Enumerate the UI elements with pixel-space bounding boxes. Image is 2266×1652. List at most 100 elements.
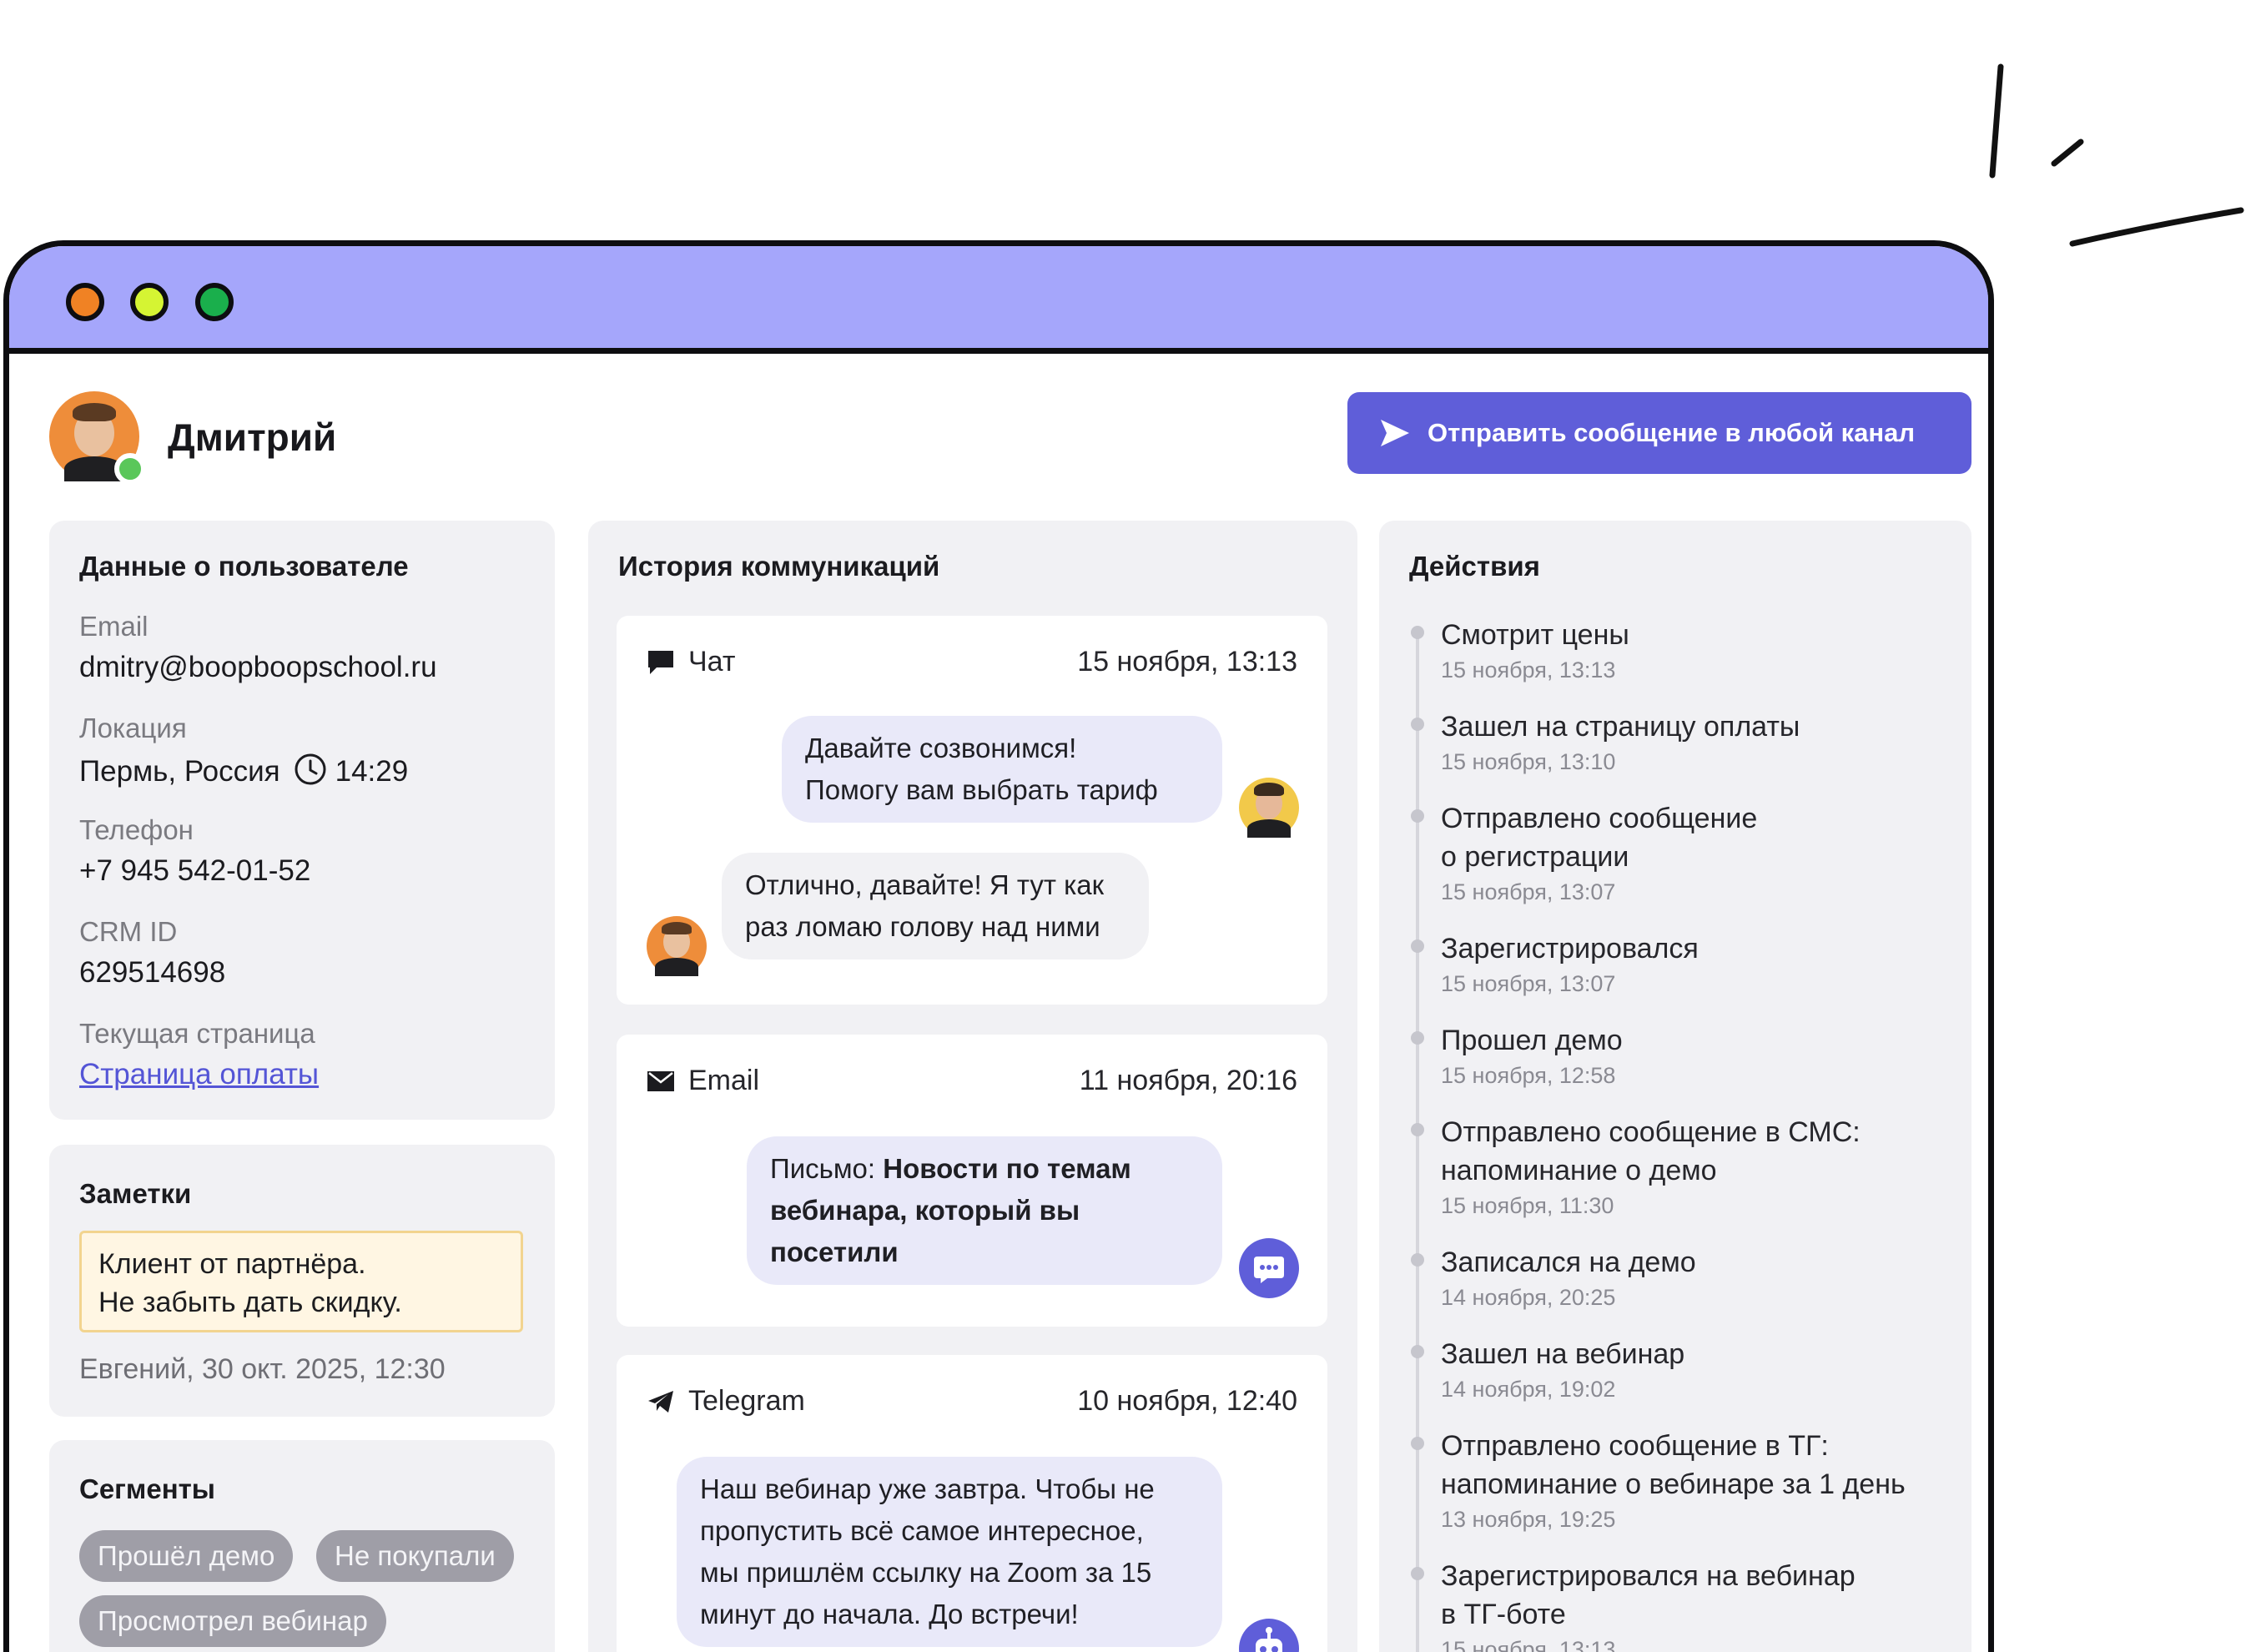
telegram-icon <box>648 1390 673 1413</box>
user-profile-page: Дмитрий Отправить сообщение в любой кана… <box>9 354 1988 1652</box>
telegram-date: 10 ноября, 12:40 <box>1077 1385 1297 1417</box>
window-maximize-dot[interactable] <box>195 283 234 321</box>
email-bot-avatar <box>1239 1238 1299 1298</box>
chat-icon <box>648 650 673 674</box>
timeline-node <box>1411 809 1424 823</box>
window-titlebar <box>9 246 1988 354</box>
timeline-node <box>1411 1253 1424 1267</box>
email-bubble: Письмо: Новости по темам вебинара, котор… <box>747 1136 1222 1285</box>
event-date: 15 ноября, 11:30 <box>1441 1193 1614 1218</box>
email-channel-label: Email <box>688 1065 760 1096</box>
email-label: Email <box>79 611 149 642</box>
segment-tag[interactable]: Не покупали <box>316 1530 514 1582</box>
segments-card: Сегменты Прошёл демо Не покупали Просмот… <box>49 1440 555 1652</box>
telegram-line-1: Наш вебинар уже завтра. Чтобы не <box>700 1473 1155 1504</box>
history-title: История коммуникаций <box>618 551 940 582</box>
event-title: Отправлено сообщение в СМС: <box>1441 1116 1861 1148</box>
event-title-2: о регистрации <box>1441 841 1629 873</box>
event-title: Прошел демо <box>1441 1025 1623 1056</box>
email-channel: Email <box>647 1065 759 1097</box>
outgoing-line-2: Помогу вам выбрать тариф <box>805 774 1158 805</box>
timeline-node <box>1411 718 1424 731</box>
event-title: Отправлено сообщение <box>1441 803 1758 834</box>
email-prefix: Письмо: <box>770 1153 884 1184</box>
user-small-avatar <box>647 916 707 976</box>
incoming-line-1: Отлично, давайте! Я тут как <box>745 869 1105 900</box>
crm-id-value: 629514698 <box>79 956 226 989</box>
notes-card: Заметки Клиент от партнёра. Не забыть да… <box>49 1145 555 1417</box>
timeline-node <box>1411 626 1424 639</box>
email-message-card[interactable]: Email 11 ноября, 20:16 Письмо: Новости п… <box>617 1035 1327 1327</box>
location-text: Пермь, Россия <box>79 755 280 788</box>
manager-avatar <box>1239 778 1299 838</box>
local-time: 14:29 <box>335 755 409 788</box>
event-date: 13 ноября, 19:25 <box>1441 1507 1616 1532</box>
event-date: 14 ноября, 20:25 <box>1441 1285 1616 1310</box>
note-author-date: Евгений, 30 окт. 2025, 12:30 <box>79 1353 446 1385</box>
event-title-2: в ТГ-боте <box>1441 1599 1566 1630</box>
phone-value: +7 945 542-01-52 <box>79 854 311 887</box>
timeline-line <box>1416 629 1419 1652</box>
user-name: Дмитрий <box>168 416 337 459</box>
event-title: Зарегистрировался <box>1441 933 1699 965</box>
crm-id-label: CRM ID <box>79 916 178 947</box>
user-data-title: Данные о пользователе <box>79 551 409 582</box>
location-label: Локация <box>79 713 187 743</box>
email-subject-3: посетили <box>770 1236 899 1267</box>
note-text[interactable]: Клиент от партнёра. Не забыть дать скидк… <box>79 1231 523 1332</box>
telegram-channel: Telegram <box>647 1385 805 1418</box>
telegram-bubble: Наш вебинар уже завтра. Чтобы не пропуст… <box>677 1457 1222 1647</box>
clock-icon <box>295 753 326 785</box>
telegram-message-card[interactable]: Telegram 10 ноября, 12:40 Наш вебинар уж… <box>617 1355 1327 1652</box>
notes-title: Заметки <box>79 1178 192 1209</box>
event-title: Записался на демо <box>1441 1247 1696 1278</box>
email-value: dmitry@boopboopschool.ru <box>79 651 437 683</box>
email-subject-2: вебинара, который вы <box>770 1195 1080 1226</box>
event-date: 14 ноября, 19:02 <box>1441 1377 1616 1402</box>
event-title: Зашел на вебинар <box>1441 1338 1685 1370</box>
telegram-line-3: мы пришлём ссылку на Zoom за 15 <box>700 1557 1152 1588</box>
outgoing-line-1: Давайте созвонимся! <box>805 733 1077 763</box>
event-date: 15 ноября, 12:58 <box>1441 1063 1616 1088</box>
robot-icon <box>1256 1627 1282 1652</box>
event-title: Смотрит цены <box>1441 619 1629 651</box>
email-subject-1: Новости по темам <box>883 1153 1131 1184</box>
event-title: Отправлено сообщение в ТГ: <box>1441 1430 1829 1462</box>
communication-history-card: История коммуникаций Чат 15 ноября, 13:1… <box>588 521 1357 1652</box>
event-date: 15 ноября, 13:10 <box>1441 749 1616 774</box>
telegram-line-4: минут до начала. До встречи! <box>700 1599 1079 1629</box>
user-data-card: Данные о пользователе Email dmitry@boopb… <box>49 521 555 1120</box>
window-minimize-dot[interactable] <box>130 283 169 321</box>
window-close-dot[interactable] <box>66 283 104 321</box>
mail-icon <box>647 1070 674 1091</box>
send-message-button[interactable]: Отправить сообщение в любой канал <box>1347 392 1971 474</box>
event-title: Зашел на страницу оплаты <box>1441 711 1800 743</box>
timeline-node <box>1411 1031 1424 1045</box>
phone-label: Телефон <box>79 814 194 845</box>
user-avatar <box>49 391 146 485</box>
timeline-node <box>1411 1437 1424 1450</box>
note-line-1: Клиент от партнёра. <box>98 1248 366 1280</box>
segment-tag[interactable]: Прошёл демо <box>79 1530 294 1582</box>
current-page-link[interactable]: Страница оплаты <box>79 1058 319 1091</box>
event-title-2: напоминание о вебинаре за 1 день <box>1441 1468 1906 1500</box>
segments-title: Сегменты <box>79 1473 215 1504</box>
note-line-2: Не забыть дать скидку. <box>98 1287 402 1318</box>
location-value: Пермь, Россия 14:29 <box>79 753 408 788</box>
outgoing-chat-bubble: Давайте созвонимся! Помогу вам выбрать т… <box>782 716 1222 823</box>
online-status-indicator <box>114 453 146 485</box>
actions-title: Действия <box>1409 551 1540 582</box>
chat-bubble-icon <box>1254 1257 1284 1283</box>
timeline-node <box>1411 939 1424 953</box>
event-date: 15 ноября, 13:13 <box>1441 657 1616 682</box>
incoming-line-2: раз ломаю голову над ними <box>745 911 1100 942</box>
timeline-node <box>1411 1123 1424 1136</box>
current-page-label: Текущая страница <box>79 1018 315 1049</box>
telegram-line-2: пропустить всё самое интересное, <box>700 1515 1144 1546</box>
event-title: Зарегистрировался на вебинар <box>1441 1560 1856 1592</box>
chat-message-card[interactable]: Чат 15 ноября, 13:13 Давайте созвонимся!… <box>617 616 1327 1005</box>
incoming-chat-bubble: Отлично, давайте! Я тут как раз ломаю го… <box>722 853 1149 959</box>
chat-channel: Чат <box>647 646 735 678</box>
chat-channel-label: Чат <box>688 646 736 677</box>
segment-tag[interactable]: Просмотрел вебинар <box>79 1595 386 1647</box>
